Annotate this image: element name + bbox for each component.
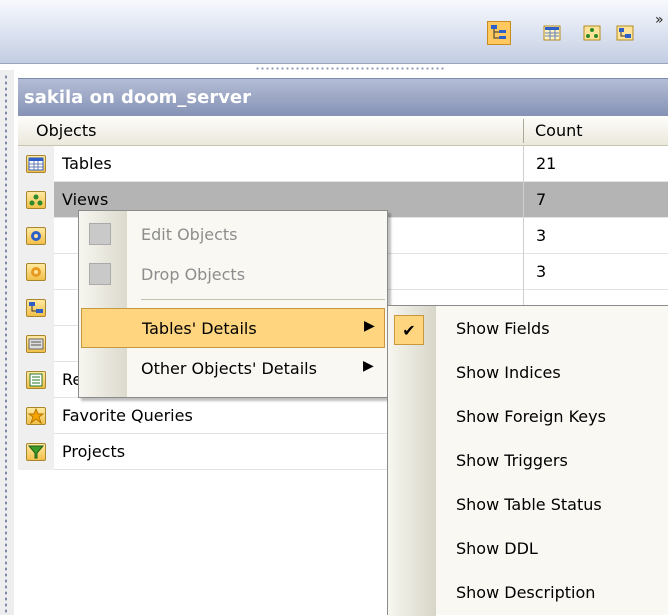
functions-icon: [26, 263, 46, 281]
column-objects[interactable]: Objects: [36, 121, 96, 140]
menu-item-show-foreign-keys[interactable]: Show Foreign Keys: [388, 396, 668, 440]
submenu-arrow-icon: ▶: [363, 358, 374, 374]
panel-title: sakila on doom_server: [24, 87, 252, 108]
row-name: Tables: [62, 154, 112, 173]
reports-icon: [26, 371, 46, 389]
menu-item-label: Drop Objects: [141, 265, 246, 284]
submenu-arrow-icon: ▶: [364, 318, 375, 334]
menu-item-show-triggers[interactable]: Show Triggers: [388, 440, 668, 484]
menu-item-label: Show Table Status: [456, 495, 602, 514]
menu-item-label: Show Foreign Keys: [456, 407, 606, 426]
menu-item-label: Show DDL: [456, 539, 538, 558]
toolbar: »: [0, 0, 668, 64]
context-menu: Edit Objects Drop Objects Tables' Detail…: [78, 210, 388, 398]
menu-item-label: Show Triggers: [456, 451, 568, 470]
queries-icon: [26, 335, 46, 353]
row-name: Views: [62, 190, 109, 209]
column-divider[interactable]: [523, 119, 524, 143]
menu-item-label: Show Indices: [456, 363, 561, 382]
menu-item-drop-objects[interactable]: Drop Objects: [79, 255, 387, 295]
menu-item-label: Show Fields: [456, 319, 550, 338]
tables-icon: [26, 155, 46, 173]
views-icon: [26, 191, 46, 209]
menu-item-label: Tables' Details: [142, 319, 257, 338]
menu-item-label: Edit Objects: [141, 225, 238, 244]
row-count: 3: [536, 226, 547, 245]
projects-icon: [26, 443, 46, 461]
column-header: Objects Count: [18, 116, 668, 146]
panel-header: sakila on doom_server: [18, 78, 668, 116]
menu-item-show-description[interactable]: Show Description: [388, 572, 668, 616]
menu-item-show-ddl[interactable]: Show DDL: [388, 528, 668, 572]
menu-item-edit-objects[interactable]: Edit Objects: [79, 215, 387, 255]
favorite-queries-icon: [26, 407, 46, 425]
splitter-grip[interactable]: [255, 66, 445, 71]
row-count: 3: [536, 262, 547, 281]
view-icon[interactable]: [580, 21, 604, 45]
menu-item-label: Show Description: [456, 583, 596, 602]
tables-details-submenu: ✔ Show Fields Show Indices Show Foreign …: [387, 305, 668, 616]
column-count[interactable]: Count: [535, 121, 583, 140]
menu-item-show-indices[interactable]: Show Indices: [388, 352, 668, 396]
row-count: 21: [536, 154, 557, 173]
procedures-icon: [26, 227, 46, 245]
check-icon: ✔: [394, 315, 424, 345]
tree-view-icon[interactable]: [487, 21, 511, 45]
menu-item-show-fields[interactable]: ✔ Show Fields: [388, 308, 668, 352]
diagrams-icon: [26, 299, 46, 317]
list-item[interactable]: Tables 21: [18, 146, 668, 182]
row-count: 7: [536, 190, 547, 209]
row-name: Favorite Queries: [62, 406, 193, 425]
edit-objects-icon: [89, 223, 111, 245]
left-dock-grip[interactable]: [4, 74, 8, 614]
procedure-icon[interactable]: [613, 21, 637, 45]
drop-objects-icon: [89, 263, 111, 285]
toolbar-overflow-icon[interactable]: »: [655, 13, 664, 27]
row-name: Projects: [62, 442, 126, 461]
menu-item-other-objects-details[interactable]: Other Objects' Details ▶: [79, 349, 387, 389]
table-icon[interactable]: [540, 21, 564, 45]
menu-separator: [141, 299, 385, 300]
menu-item-show-table-status[interactable]: Show Table Status: [388, 484, 668, 528]
menu-item-tables-details[interactable]: Tables' Details ▶: [81, 308, 385, 348]
menu-item-label: Other Objects' Details: [141, 359, 317, 378]
